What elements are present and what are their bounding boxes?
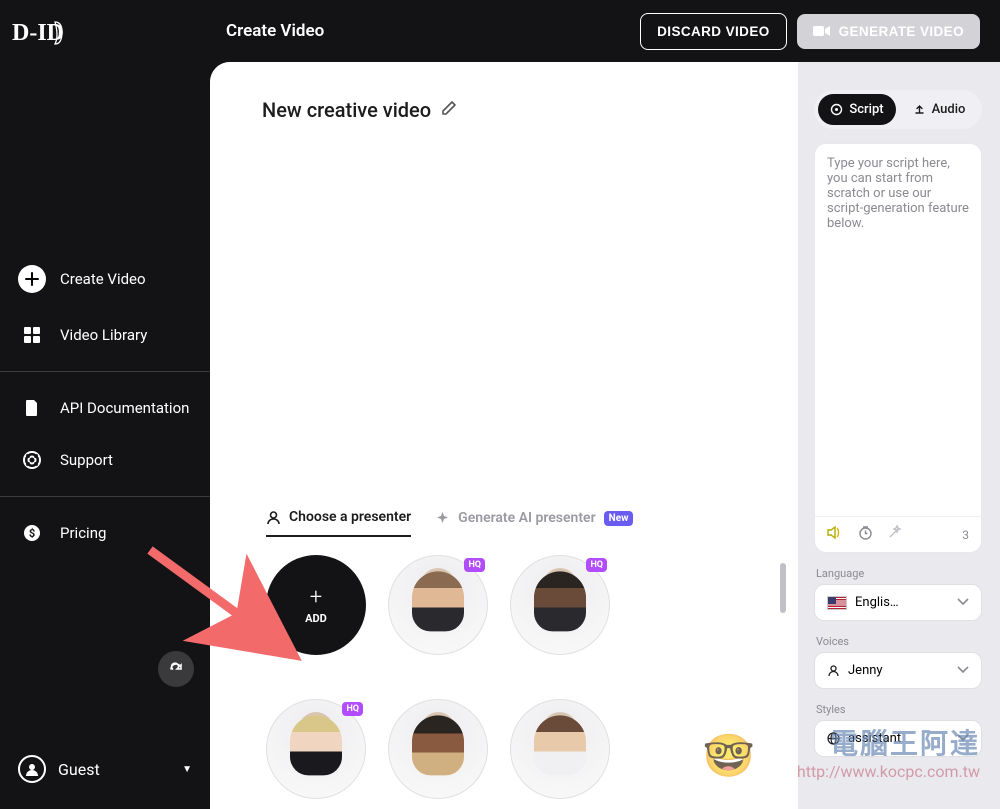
styles-select[interactable]: assistant [814,720,982,757]
new-badge: New [604,511,634,526]
timer-icon[interactable] [858,525,873,544]
grid-icon [18,321,46,349]
presenter-tabs: Choose a presenter Generate AI presenter… [266,509,778,537]
magic-icon[interactable] [887,525,902,544]
sidebar-item-create-video[interactable]: Create Video [8,253,202,305]
video-title[interactable]: New creative video [262,98,431,122]
globe-icon [827,732,840,745]
user-name: Guest [58,760,100,779]
presenter-avatar[interactable]: HQ [266,699,366,799]
select-value: Jenny [848,663,883,678]
video-title-row: New creative video [210,62,798,142]
page-title: Create Video [226,21,324,41]
sidebar-item-video-library[interactable]: Video Library [8,309,202,361]
presenter-avatar[interactable]: HQ [510,555,610,655]
script-icon [830,103,843,116]
tab-label: Choose a presenter [289,509,411,525]
voices-field: Voices Jenny [814,635,982,689]
logo-icon: D-ID [12,18,67,48]
nav-primary: Create Video Video Library [0,253,210,361]
person-icon [827,664,840,677]
chevron-down-icon [957,595,969,610]
sidebar-item-pricing[interactable]: $ Pricing [8,507,202,559]
divider [0,496,210,497]
presenter-avatar[interactable]: HQ [388,555,488,655]
life-ring-icon [18,446,46,474]
hq-badge: HQ [586,558,607,572]
discard-button[interactable]: DISCARD VIDEO [640,13,786,50]
language-select[interactable]: Englis… [814,584,982,621]
sparkle-icon [435,511,450,526]
hq-badge: HQ [464,558,485,572]
voices-select[interactable]: Jenny [814,652,982,689]
script-input[interactable] [815,144,981,516]
language-field: Language Englis… [814,567,982,621]
script-box: 3 [814,143,982,553]
divider [0,371,210,372]
main: New creative video Choose a presenter Ge… [210,62,1000,809]
button-label: DISCARD VIDEO [657,24,769,39]
sidebar-item-api-docs[interactable]: API Documentation [8,382,202,434]
tab-label: Audio [932,102,966,117]
select-value: assistant [848,731,901,746]
char-count: 3 [962,528,969,542]
user-avatar-icon [18,755,46,783]
caret-down-icon: ▼ [182,764,192,775]
presenter-avatar[interactable] [510,699,610,799]
speaker-icon[interactable] [827,525,844,544]
tab-generate-ai-presenter[interactable]: Generate AI presenter New [435,510,633,536]
tab-label: Generate AI presenter [458,510,595,526]
nav-label: Create Video [60,270,146,288]
nav-label: Pricing [60,524,106,542]
sidebar-item-support[interactable]: Support [8,434,202,486]
chevron-down-icon [957,663,969,678]
right-panel: Script Audio 3 Lan [814,62,1000,809]
field-label: Language [814,567,982,580]
document-icon [18,394,46,422]
script-tools: 3 [815,516,981,552]
hq-badge: HQ [342,702,363,716]
styles-field: Styles assistant [814,703,982,757]
logo[interactable]: D-ID [0,0,210,73]
topbar: Create Video DISCARD VIDEO GENERATE VIDE… [210,0,1000,62]
dollar-icon: $ [18,519,46,547]
redo-icon [168,661,184,677]
nav-label: Support [60,451,113,469]
generate-button[interactable]: GENERATE VIDEO [797,14,980,49]
add-presenter-button[interactable]: + ADD [266,555,366,655]
select-value: Englis… [855,595,899,610]
nav-secondary: API Documentation Support [0,382,210,486]
canvas-body [210,142,798,509]
mode-tabs: Script Audio [814,90,982,129]
tab-script[interactable]: Script [818,94,896,125]
tab-choose-presenter[interactable]: Choose a presenter [266,509,411,537]
presenter-area: Choose a presenter Generate AI presenter… [210,509,798,809]
tab-label: Script [849,102,883,117]
tab-audio[interactable]: Audio [900,94,978,125]
user-menu[interactable]: Guest ▼ [8,747,202,791]
presenter-avatar[interactable] [388,699,488,799]
person-icon [266,510,281,525]
plus-icon: + [310,585,322,610]
nav-tertiary: $ Pricing [0,507,210,559]
plus-icon [18,265,46,293]
chevron-down-icon [957,731,969,746]
button-label: GENERATE VIDEO [839,24,964,39]
add-label: ADD [305,612,327,625]
redo-button[interactable] [158,651,194,687]
field-label: Voices [814,635,982,648]
upload-icon [913,103,926,116]
canvas: New creative video Choose a presenter Ge… [210,62,798,809]
sidebar: D-ID Create Video Video Library API Docu… [0,0,210,809]
pencil-icon[interactable] [441,100,457,120]
video-camera-icon [813,24,831,38]
svg-text:$: $ [29,527,35,540]
us-flag-icon [827,596,847,610]
scrollbar[interactable] [780,563,786,613]
field-label: Styles [814,703,982,716]
nav-label: Video Library [60,326,147,344]
presenter-grid: + ADD HQ HQ HQ [266,555,778,799]
nav-label: API Documentation [60,399,189,417]
